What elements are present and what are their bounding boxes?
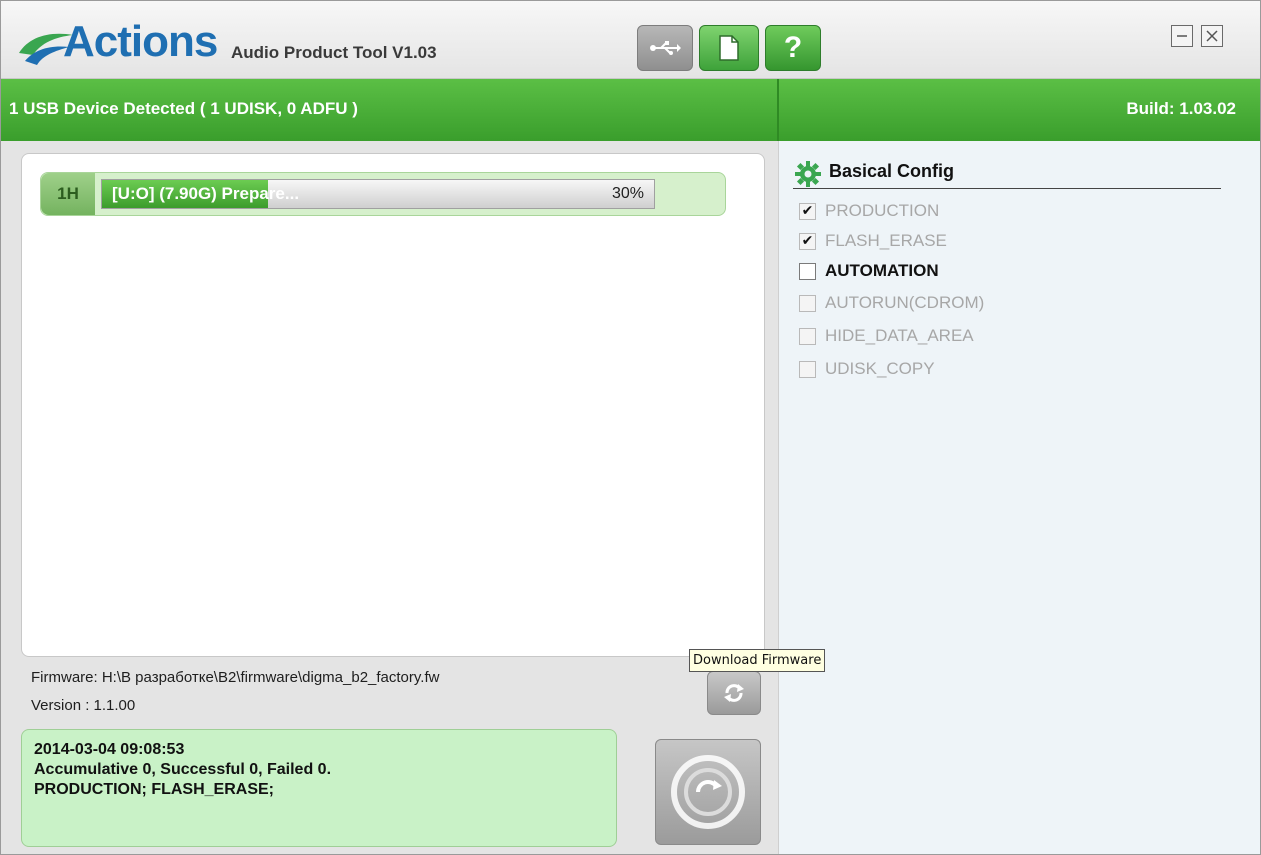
minimize-button[interactable] [1171, 25, 1193, 47]
option-flash-erase[interactable]: ✔ FLASH_ERASE [799, 229, 947, 253]
usb-icon [650, 41, 681, 55]
open-file-button[interactable] [699, 25, 759, 71]
progress-percent: 30% [611, 185, 644, 202]
option-label: AUTOMATION [825, 261, 939, 280]
close-icon [1206, 30, 1218, 42]
log-timestamp: 2014-03-04 09:08:53 [34, 741, 185, 758]
option-automation[interactable]: AUTOMATION [799, 259, 939, 283]
log-options: PRODUCTION; FLASH_ERASE; [34, 781, 275, 798]
checkbox[interactable] [799, 360, 816, 378]
log-panel: 2014-03-04 09:08:53 Accumulative 0, Succ… [21, 729, 617, 847]
option-label: FLASH_ERASE [825, 231, 947, 250]
config-header: Basical Config [793, 159, 1221, 189]
option-label: PRODUCTION [825, 201, 940, 220]
firmware-version: Version : 1.1.00 [31, 697, 136, 714]
build-version: Build: 1.03.02 [1126, 99, 1236, 118]
firmware-path: Firmware: H:\В разработке\B2\firmware\di… [31, 669, 440, 686]
brand-name: Actions [63, 17, 218, 66]
device-progress-bar: [U:O] (7.90G) Prepare... 30% [101, 179, 655, 209]
device-label: [U:O] (7.90G) Prepare... [112, 184, 300, 203]
refresh-button[interactable] [707, 671, 761, 715]
option-label: UDISK_COPY [825, 359, 935, 378]
help-button[interactable]: ? [765, 25, 821, 71]
device-count-status: 1 USB Device Detected ( 1 UDISK, 0 ADFU … [9, 99, 358, 118]
device-row[interactable]: 1H [U:O] (7.90G) Prepare... 30% [40, 172, 726, 216]
config-panel: Basical Config ✔ PRODUCTION ✔ FLASH_ERAS… [778, 141, 1260, 854]
usb-button[interactable] [637, 25, 693, 71]
checkbox[interactable] [799, 327, 816, 345]
left-panel: 1H [U:O] (7.90G) Prepare... 30% Firmware… [1, 141, 778, 854]
title-bar: Actions Audio Product Tool V1.03 ? [1, 1, 1260, 79]
minimize-icon [1177, 35, 1187, 37]
app-subtitle: Audio Product Tool V1.03 [231, 43, 437, 62]
option-label: HIDE_DATA_AREA [825, 326, 974, 345]
download-firmware-tooltip: Download Firmware [689, 649, 826, 672]
device-id: 1H [41, 173, 95, 215]
status-bar: 1 USB Device Detected ( 1 UDISK, 0 ADFU … [1, 79, 1260, 141]
status-divider [777, 79, 779, 141]
log-summary: Accumulative 0, Successful 0, Failed 0. [34, 761, 332, 778]
option-autorun-cdrom[interactable]: AUTORUN(CDROM) [799, 291, 984, 315]
option-label: AUTORUN(CDROM) [825, 293, 985, 312]
device-list: 1H [U:O] (7.90G) Prepare... 30% [21, 153, 765, 657]
gear-icon [795, 161, 821, 187]
checkbox[interactable] [799, 294, 816, 312]
close-button[interactable] [1201, 25, 1223, 47]
config-title: Basical Config [829, 161, 955, 181]
document-icon [719, 35, 739, 61]
refresh-icon [724, 684, 744, 702]
checkbox[interactable]: ✔ [799, 202, 816, 220]
download-icon [671, 755, 745, 829]
option-hide-data-area[interactable]: HIDE_DATA_AREA [799, 324, 974, 348]
download-firmware-button[interactable] [655, 739, 761, 845]
option-production[interactable]: ✔ PRODUCTION [799, 199, 939, 223]
checkbox[interactable] [799, 262, 816, 280]
checkbox[interactable]: ✔ [799, 232, 816, 250]
app-window: Actions Audio Product Tool V1.03 ? 1 USB… [0, 0, 1261, 855]
option-udisk-copy[interactable]: UDISK_COPY [799, 357, 935, 381]
